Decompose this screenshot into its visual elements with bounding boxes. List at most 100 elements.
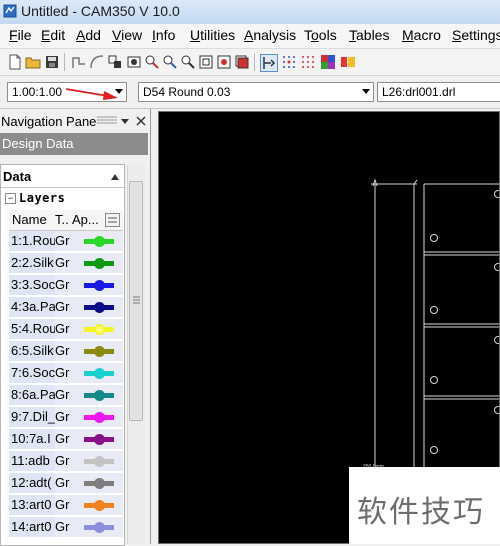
menu-macro[interactable]: Macro (402, 27, 441, 43)
step-repeat-icon[interactable] (107, 54, 123, 70)
layer-type: Gr (55, 341, 71, 361)
layers-stack-icon[interactable] (234, 54, 250, 70)
scrollbar-thumb[interactable] (129, 181, 143, 421)
layers-collapse-icon[interactable]: − (5, 193, 16, 204)
layer-name: 9:7.Dil_ (9, 407, 55, 427)
layer-appearance[interactable] (71, 363, 123, 383)
swatch-flash (94, 368, 105, 379)
layer-row[interactable]: 9:7.Dil_ Gr (9, 407, 123, 428)
pane-dropdown-icon[interactable] (121, 117, 129, 125)
menu-edit[interactable]: Edit (41, 27, 65, 43)
layer-row[interactable]: 11:adb Gr (9, 451, 123, 472)
select-mode-icon[interactable] (260, 54, 278, 72)
zoom-all-icon[interactable] (198, 54, 214, 70)
display-mode-icon[interactable] (340, 54, 356, 70)
layers-node-label[interactable]: Layers (19, 191, 65, 205)
drill-hole (494, 263, 499, 271)
layer-appearance[interactable] (71, 429, 123, 449)
zoom-in-icon[interactable] (144, 54, 160, 70)
layer-appearance[interactable] (71, 451, 123, 471)
layer-row[interactable]: 10:7a.I Gr (9, 429, 123, 450)
menu-tools[interactable]: Tools (304, 27, 337, 43)
active-layer-select[interactable]: L26:drl001.drl (377, 82, 500, 102)
layer-type: Gr (55, 385, 71, 405)
layer-name: 2:2.Silk (9, 253, 55, 273)
design-data-label: Design Data (2, 136, 74, 151)
column-options-icon[interactable] (105, 213, 120, 227)
layer-row[interactable]: 2:2.Silk Gr (9, 253, 123, 274)
layer-name: 14:art0 (9, 517, 55, 537)
layer-name: 13:art0 (9, 495, 55, 515)
menu-add[interactable]: Add (76, 27, 101, 43)
arc-tool-icon[interactable] (89, 54, 105, 70)
save-icon[interactable] (44, 54, 60, 70)
snap-grid-icon[interactable] (281, 54, 297, 70)
layer-type: Gr (55, 429, 71, 449)
layer-row[interactable]: 14:art0 Gr (9, 517, 123, 538)
layer-color-swatch (84, 390, 114, 401)
redraw-icon[interactable] (216, 54, 232, 70)
active-layer-value: L26:drl001.drl (382, 85, 456, 99)
open-folder-icon[interactable] (25, 54, 41, 70)
divider (1, 187, 124, 188)
menu-settings[interactable]: Settings (452, 27, 500, 43)
layer-type: Gr (55, 473, 71, 493)
layer-color-swatch (84, 478, 114, 489)
zoom-window-icon[interactable] (180, 54, 196, 70)
layer-row[interactable]: 13:art0 Gr (9, 495, 123, 516)
layer-color-swatch (84, 456, 114, 467)
drill-hole (430, 234, 438, 242)
layer-appearance[interactable] (71, 253, 123, 273)
layer-row[interactable]: 1:1.Rou Gr (9, 231, 123, 252)
grip-lines-icon (133, 296, 140, 304)
info-icon[interactable] (126, 54, 142, 70)
menu-utilities[interactable]: Utilities (190, 27, 235, 43)
layer-color-swatch (84, 258, 114, 269)
menu-tables[interactable]: Tables (349, 27, 389, 43)
layer-color-swatch (84, 324, 114, 335)
layer-appearance[interactable] (71, 495, 123, 515)
new-file-icon[interactable] (7, 54, 23, 70)
layer-appearance[interactable] (71, 407, 123, 427)
layer-row[interactable]: 12:adt(Gr (9, 473, 123, 494)
layer-row[interactable]: 7:6.Soc Gr (9, 363, 123, 384)
swatch-flash (94, 258, 105, 269)
close-icon[interactable] (136, 116, 146, 126)
layer-color-swatch (84, 500, 114, 511)
menu-view[interactable]: View (112, 27, 142, 43)
wire-tool-icon[interactable] (71, 54, 87, 70)
layer-appearance[interactable] (71, 517, 123, 537)
layer-appearance[interactable] (71, 319, 123, 339)
grip-icon[interactable] (97, 116, 117, 126)
layer-appearance[interactable] (71, 385, 123, 405)
menu-file[interactable]: File (9, 27, 32, 43)
swatch-flash (94, 478, 105, 489)
layer-row[interactable]: 3:3.Soc Gr (9, 275, 123, 296)
collapse-up-icon[interactable] (111, 174, 119, 180)
layer-appearance[interactable] (71, 473, 123, 493)
column-name-header[interactable]: Name (12, 212, 47, 227)
layer-row[interactable]: 8:6a.Pa Gr (9, 385, 123, 406)
drill-hole (430, 446, 438, 454)
grid-dots-icon[interactable] (300, 54, 316, 70)
design-data-tab[interactable]: Design Data (0, 133, 148, 155)
column-type-header[interactable]: T.. (55, 212, 69, 227)
layer-row[interactable]: 6:5.Silk Gr (9, 341, 123, 362)
layer-type: Gr (55, 231, 71, 251)
menu-analysis[interactable]: Analysis (244, 27, 296, 43)
layer-row[interactable]: 4:3a.Pa Gr (9, 297, 123, 318)
menu-info[interactable]: Info (152, 27, 175, 43)
dcode-select[interactable]: D54 Round 0.03 (138, 82, 374, 102)
main-toolbar (0, 49, 500, 76)
title-bar: Untitled - CAM350 V 10.0 (0, 0, 500, 25)
layer-appearance[interactable] (71, 231, 123, 251)
column-appearance-header[interactable]: Ap... (72, 212, 99, 227)
zoom-out-icon[interactable] (162, 54, 178, 70)
layer-type: Gr (55, 297, 71, 317)
layer-appearance[interactable] (71, 341, 123, 361)
layer-appearance[interactable] (71, 297, 123, 317)
layer-row[interactable]: 5:4.Rou Gr (9, 319, 123, 340)
swatch-flash (94, 412, 105, 423)
color-layers-icon[interactable] (320, 54, 336, 70)
layer-appearance[interactable] (71, 275, 123, 295)
